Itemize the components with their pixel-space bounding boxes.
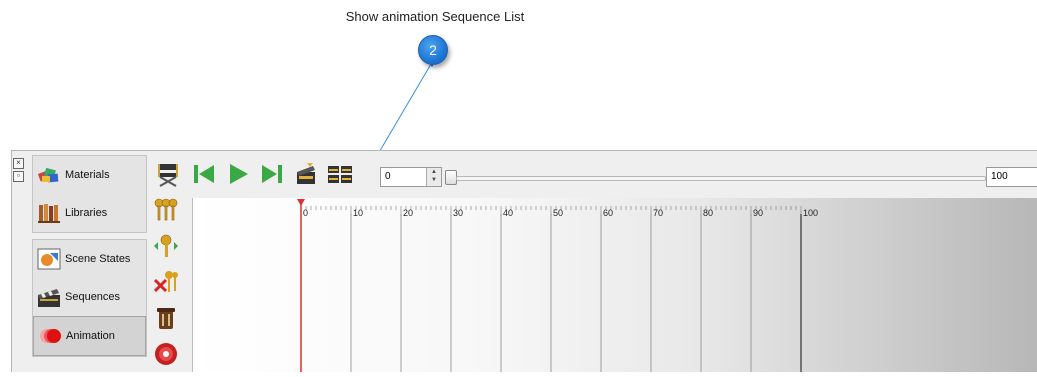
record-icon <box>155 343 177 365</box>
key-tools-column <box>153 197 181 377</box>
timeline-ruler: 0 10 20 30 40 50 60 70 80 90 100 <box>297 199 818 372</box>
sidebar-item-label: Sequences <box>65 291 121 303</box>
clapperboard-button[interactable] <box>291 160 321 188</box>
sidebar-item-scene-states[interactable]: Scene States <box>33 240 146 278</box>
sequence-list-icon <box>328 166 352 183</box>
sequence-list-button[interactable] <box>325 160 355 188</box>
animation-icon <box>40 329 61 343</box>
delete-keys-icon <box>153 271 178 293</box>
frame-slider[interactable] <box>456 176 986 181</box>
play-button[interactable] <box>223 160 253 188</box>
timeline-tick-label: 0 <box>303 208 308 218</box>
skip-to-start-button[interactable] <box>189 160 219 188</box>
sequences-icon <box>38 289 60 307</box>
current-frame-spinbox[interactable]: 0 ▲ ▼ <box>380 167 442 187</box>
add-keys-icon <box>154 198 178 221</box>
record-button[interactable] <box>153 341 179 367</box>
playhead-marker[interactable] <box>297 199 305 206</box>
timeline-tick-label: 50 <box>553 208 563 218</box>
sidebar-item-label: Animation <box>66 330 115 342</box>
timeline-tick-label: 40 <box>503 208 513 218</box>
director-chair-icon <box>158 164 178 187</box>
callout-text: Show animation Sequence List <box>345 9 525 24</box>
move-key-icon <box>154 234 178 257</box>
animation-window: × ▫ Materials Libraries Scene States Seq… <box>11 150 1037 372</box>
trash-button[interactable] <box>153 305 179 331</box>
timeline-tick-label: 100 <box>803 208 818 218</box>
end-frame-field[interactable]: 100 <box>986 167 1037 187</box>
spin-up-icon[interactable]: ▲ <box>427 168 441 176</box>
spinbox-arrows[interactable]: ▲ ▼ <box>426 168 441 186</box>
trash-icon <box>157 308 175 329</box>
sidebar-item-label: Libraries <box>65 207 108 219</box>
sidebar-item-libraries[interactable]: Libraries <box>33 194 146 232</box>
window-controls: × ▫ <box>13 158 25 184</box>
play-icon <box>230 164 248 184</box>
skip-to-end-icon <box>262 165 282 183</box>
sidebar: Materials Libraries Scene States Sequenc… <box>32 155 147 370</box>
callout-badge: 2 <box>418 35 448 65</box>
float-icon[interactable]: ▫ <box>13 171 24 182</box>
current-frame-value: 0 <box>385 171 391 182</box>
timeline-tick-label: 90 <box>753 208 763 218</box>
animation-toolbar: 0 ▲ ▼ 100 <box>153 160 1037 190</box>
sidebar-item-sequences[interactable]: Sequences <box>33 278 146 316</box>
move-key-button[interactable] <box>153 233 179 259</box>
skip-to-end-button[interactable] <box>257 160 287 188</box>
timeline-tick-label: 70 <box>653 208 663 218</box>
timeline-area[interactable]: 0 10 20 30 40 50 60 70 80 90 100 <box>192 198 1037 372</box>
scene-states-icon <box>37 248 61 270</box>
director-chair-button[interactable] <box>153 160 183 188</box>
materials-icon <box>37 167 59 183</box>
skip-to-start-icon <box>194 165 214 183</box>
timeline-tick-label: 30 <box>453 208 463 218</box>
sidebar-item-label: Materials <box>65 169 110 181</box>
sidebar-group-top: Materials Libraries <box>32 155 147 233</box>
delete-keys-button[interactable] <box>153 269 179 295</box>
sidebar-group-bottom: Scene States Sequences Animation <box>32 239 147 357</box>
close-icon[interactable]: × <box>13 158 24 169</box>
spin-down-icon[interactable]: ▼ <box>427 176 441 184</box>
sidebar-item-materials[interactable]: Materials <box>33 156 146 194</box>
timeline-tick-label: 20 <box>403 208 413 218</box>
timeline-tick-label: 80 <box>703 208 713 218</box>
sidebar-item-animation[interactable]: Animation <box>33 316 146 356</box>
timeline-tick-label: 10 <box>353 208 363 218</box>
libraries-icon <box>38 204 60 223</box>
clapperboard-icon <box>297 163 315 184</box>
sidebar-item-label: Scene States <box>65 253 131 265</box>
timeline-tick-label: 60 <box>603 208 613 218</box>
add-keys-button[interactable] <box>153 197 179 223</box>
